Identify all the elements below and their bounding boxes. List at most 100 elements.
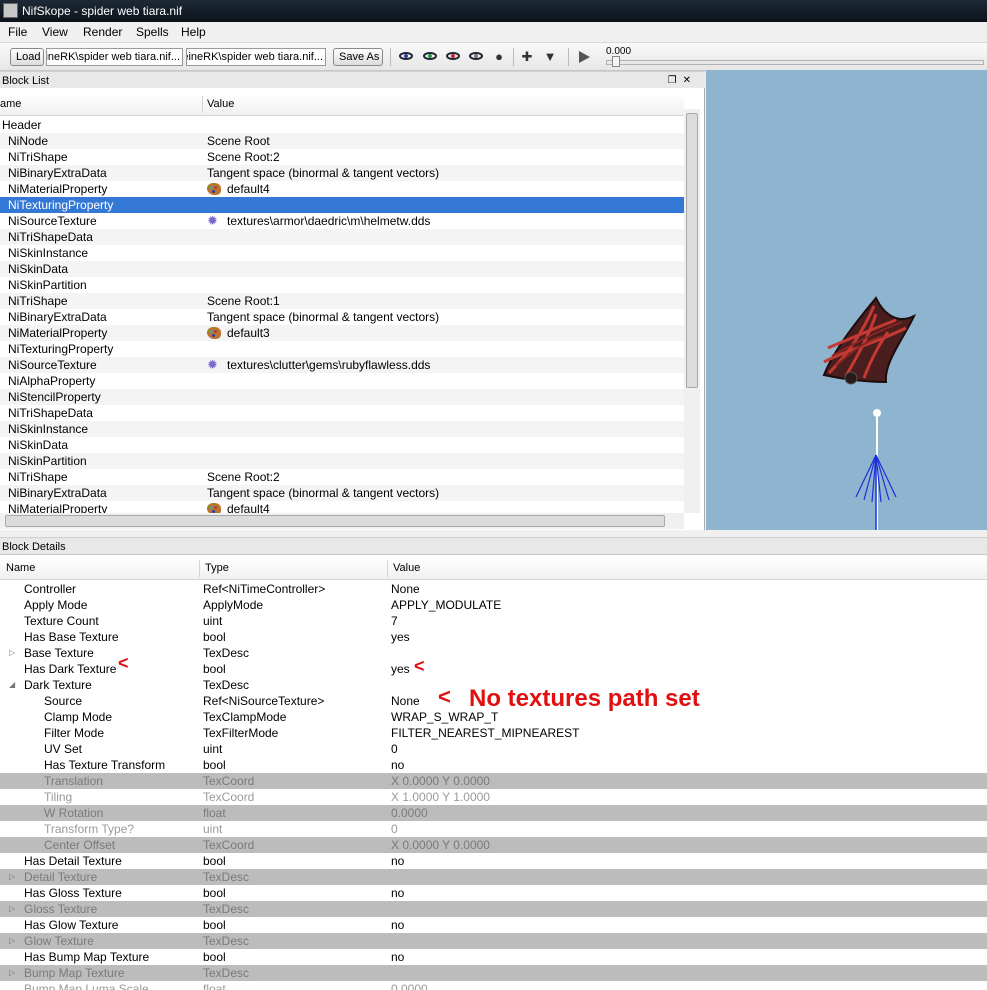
play-icon[interactable] bbox=[579, 51, 590, 63]
detail-value[interactable]: yes bbox=[391, 661, 410, 677]
detail-value[interactable]: yes bbox=[391, 629, 410, 645]
detail-row[interactable]: Bump Map Luma Scale float 0.0000 bbox=[0, 981, 987, 990]
menu-view[interactable]: View bbox=[42, 25, 68, 39]
detail-row[interactable]: Controller Ref<NiTimeController> None bbox=[0, 581, 987, 597]
detail-value[interactable]: FILTER_NEAREST_MIPNEAREST bbox=[391, 725, 579, 741]
detail-row[interactable]: Apply Mode ApplyMode APPLY_MODULATE bbox=[0, 597, 987, 613]
detail-value[interactable]: no bbox=[391, 917, 404, 933]
detail-value[interactable]: 0.0000 bbox=[391, 981, 428, 990]
detail-row[interactable]: W Rotation float 0.0000 bbox=[0, 805, 987, 821]
block-list-row[interactable]: NiBinaryExtraData Tangent space (binormal… bbox=[0, 309, 684, 325]
collapsed-arrow-icon[interactable]: ▷ bbox=[9, 869, 15, 885]
block-list-row[interactable]: NiTriShape Scene Root:2 bbox=[0, 149, 684, 165]
expanded-arrow-icon[interactable]: ◢ bbox=[9, 677, 15, 693]
column-name[interactable]: Name bbox=[6, 558, 35, 579]
collapsed-arrow-icon[interactable]: ▷ bbox=[9, 933, 15, 949]
block-list-row[interactable]: NiTriShape Scene Root:1 bbox=[0, 293, 684, 309]
block-list-row[interactable]: NiMaterialProperty default3 bbox=[0, 325, 684, 341]
eye-gray-icon[interactable] bbox=[469, 52, 483, 60]
block-list-row[interactable]: NiSkinPartition bbox=[0, 277, 684, 293]
detail-row[interactable]: ▷ Glow Texture TexDesc bbox=[0, 933, 987, 949]
detail-value[interactable]: no bbox=[391, 757, 404, 773]
detail-value[interactable]: None bbox=[391, 581, 420, 597]
detail-value[interactable]: None bbox=[391, 693, 420, 709]
block-list-row[interactable]: NiSkinData bbox=[0, 437, 684, 453]
detail-row[interactable]: Has Texture Transform bool no bbox=[0, 757, 987, 773]
detail-row[interactable]: Has Detail Texture bool no bbox=[0, 853, 987, 869]
collapsed-arrow-icon[interactable]: ▷ bbox=[9, 965, 15, 981]
block-list-row[interactable]: NiMaterialProperty default4 bbox=[0, 181, 684, 197]
block-list-row[interactable]: NiSourceTexture ✹ textures\armor\daedric\m… bbox=[0, 213, 684, 229]
detail-value[interactable]: X 0.0000 Y 0.0000 bbox=[391, 837, 490, 853]
detail-row[interactable]: Center Offset TexCoord X 0.0000 Y 0.0000 bbox=[0, 837, 987, 853]
detail-value[interactable]: no bbox=[391, 853, 404, 869]
menu-render[interactable]: Render bbox=[83, 25, 122, 39]
collapsed-arrow-icon[interactable]: ▷ bbox=[9, 901, 15, 917]
load-button[interactable]: Load bbox=[10, 48, 44, 66]
time-slider[interactable] bbox=[606, 60, 984, 65]
menu-spells[interactable]: Spells bbox=[136, 25, 169, 39]
detail-row[interactable]: Has Dark Texture bool yes bbox=[0, 661, 987, 677]
block-list-row[interactable]: Header bbox=[0, 117, 684, 133]
detail-row[interactable]: Has Glow Texture bool no bbox=[0, 917, 987, 933]
block-list-row[interactable]: NiBinaryExtraData Tangent space (binormal… bbox=[0, 485, 684, 501]
time-slider-handle[interactable] bbox=[612, 56, 620, 67]
detail-value[interactable]: 0.0000 bbox=[391, 805, 428, 821]
detail-value[interactable]: X 0.0000 Y 0.0000 bbox=[391, 773, 490, 789]
detail-row[interactable]: ▷ Bump Map Texture TexDesc bbox=[0, 965, 987, 981]
detail-value[interactable]: 0 bbox=[391, 741, 398, 757]
collapsed-arrow-icon[interactable]: ▷ bbox=[9, 645, 15, 661]
column-value[interactable]: Value bbox=[207, 94, 234, 115]
detail-row[interactable]: ▷ Base Texture TexDesc bbox=[0, 645, 987, 661]
block-list-row[interactable]: NiAlphaProperty bbox=[0, 373, 684, 389]
block-list-row[interactable]: NiStencilProperty bbox=[0, 389, 684, 405]
block-list-row[interactable]: NiSourceTexture ✹ textures\clutter\gems\ru… bbox=[0, 357, 684, 373]
render-viewport[interactable] bbox=[706, 70, 987, 530]
detail-row[interactable]: Translation TexCoord X 0.0000 Y 0.0000 bbox=[0, 773, 987, 789]
detail-row[interactable]: Tiling TexCoord X 1.0000 Y 1.0000 bbox=[0, 789, 987, 805]
block-list-horizontal-scroll-thumb[interactable] bbox=[5, 515, 665, 527]
eye-red-icon[interactable] bbox=[446, 52, 460, 60]
save-path-field[interactable]: ...eineRK\spider web tiara.nif bbox=[186, 48, 326, 66]
detail-row[interactable]: Has Gloss Texture bool no bbox=[0, 885, 987, 901]
block-list[interactable]: ame Value Header NiNode Scene Root NiTriSha… bbox=[0, 88, 705, 530]
block-list-row[interactable]: NiSkinPartition bbox=[0, 453, 684, 469]
save-as-button[interactable]: Save As bbox=[333, 48, 383, 66]
detail-row[interactable]: Transform Type? uint 0 bbox=[0, 821, 987, 837]
footprints-icon[interactable]: ● bbox=[491, 49, 507, 65]
block-list-row[interactable]: NiSkinData bbox=[0, 261, 684, 277]
detail-row[interactable]: Has Bump Map Texture bool no bbox=[0, 949, 987, 965]
dropdown-arrow-icon[interactable]: ▼ bbox=[542, 49, 558, 65]
column-value[interactable]: Value bbox=[393, 558, 420, 579]
column-name[interactable]: ame bbox=[0, 94, 21, 115]
block-list-row[interactable]: NiSkinInstance bbox=[0, 245, 684, 261]
eye-blue-icon[interactable] bbox=[399, 52, 413, 60]
detail-value[interactable]: 0 bbox=[391, 821, 398, 837]
detail-value[interactable]: no bbox=[391, 885, 404, 901]
block-list-row[interactable]: NiTriShapeData bbox=[0, 229, 684, 245]
detail-row[interactable]: Filter Mode TexFilterMode FILTER_NEAREST_M… bbox=[0, 725, 987, 741]
block-list-row[interactable]: NiTexturingProperty bbox=[0, 197, 684, 213]
block-list-row[interactable]: NiSkinInstance bbox=[0, 421, 684, 437]
detail-row[interactable]: Has Base Texture bool yes bbox=[0, 629, 987, 645]
block-list-vertical-scroll-thumb[interactable] bbox=[686, 113, 698, 388]
block-list-row[interactable]: NiTriShape Scene Root:2 bbox=[0, 469, 684, 485]
float-panel-icon[interactable]: ❐ bbox=[668, 75, 683, 86]
close-panel-icon[interactable]: ✕ bbox=[683, 75, 697, 86]
block-list-row[interactable]: NiBinaryExtraData Tangent space (binormal… bbox=[0, 165, 684, 181]
detail-value[interactable]: no bbox=[391, 949, 404, 965]
detail-value[interactable]: X 1.0000 Y 1.0000 bbox=[391, 789, 490, 805]
axes-icon[interactable]: ✚ bbox=[519, 49, 535, 65]
block-list-row[interactable]: NiNode Scene Root bbox=[0, 133, 684, 149]
block-details[interactable]: Name Type Value Controller Ref<NiTimeCont… bbox=[0, 555, 987, 990]
detail-row[interactable]: ▷ Detail Texture TexDesc bbox=[0, 869, 987, 885]
column-type[interactable]: Type bbox=[205, 558, 229, 579]
detail-row[interactable]: Texture Count uint 7 bbox=[0, 613, 987, 629]
detail-value[interactable]: APPLY_MODULATE bbox=[391, 597, 501, 613]
detail-value[interactable]: 7 bbox=[391, 613, 398, 629]
load-path-field[interactable]: ...eineRK\spider web tiara.nif bbox=[46, 48, 183, 66]
detail-row[interactable]: ▷ Gloss Texture TexDesc bbox=[0, 901, 987, 917]
menu-help[interactable]: Help bbox=[181, 25, 206, 39]
menu-file[interactable]: File bbox=[8, 25, 27, 39]
eye-green-icon[interactable] bbox=[423, 52, 437, 60]
